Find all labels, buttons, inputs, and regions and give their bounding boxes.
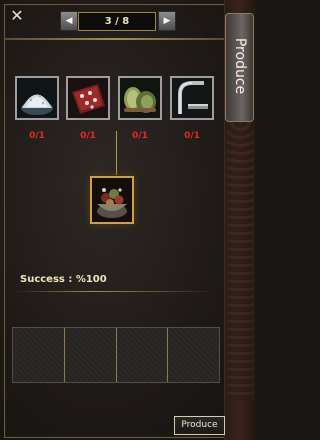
ingredient-count: 0/1 <box>184 131 200 141</box>
salt-pile-icon[interactable] <box>15 76 59 120</box>
ingredient-count: 0/1 <box>132 131 148 141</box>
herb-leaves-icon[interactable] <box>118 76 162 120</box>
ingredient-count: 0/1 <box>29 131 45 141</box>
prev-page-button[interactable]: ◀ <box>60 11 78 31</box>
produce-window: ✕ ◀ 3 / 8 ▶ Produce 0/1 0/1 0/1 0/1 Succ… <box>0 0 255 440</box>
header-divider <box>5 38 224 40</box>
raw-meat-icon[interactable] <box>66 76 110 120</box>
material-slot[interactable] <box>168 328 219 382</box>
produce-button[interactable]: Produce <box>174 416 225 435</box>
metal-hook-icon[interactable] <box>170 76 214 120</box>
next-page-button[interactable]: ▶ <box>158 11 176 31</box>
recipe-connector <box>116 131 117 176</box>
side-pattern <box>227 120 254 400</box>
section-divider <box>14 291 214 292</box>
close-icon[interactable]: ✕ <box>10 8 24 24</box>
material-slot[interactable] <box>116 328 169 382</box>
material-slots <box>12 327 220 383</box>
cooked-dish-icon[interactable] <box>90 176 134 224</box>
material-slot[interactable] <box>13 328 65 382</box>
material-slot[interactable] <box>64 328 117 382</box>
produce-tab[interactable]: Produce <box>225 13 254 122</box>
produce-tab-label: Produce <box>232 37 248 95</box>
ingredient-count: 0/1 <box>80 131 96 141</box>
success-rate-text: Success : %100 <box>20 274 107 285</box>
page-indicator: 3 / 8 <box>78 12 156 31</box>
